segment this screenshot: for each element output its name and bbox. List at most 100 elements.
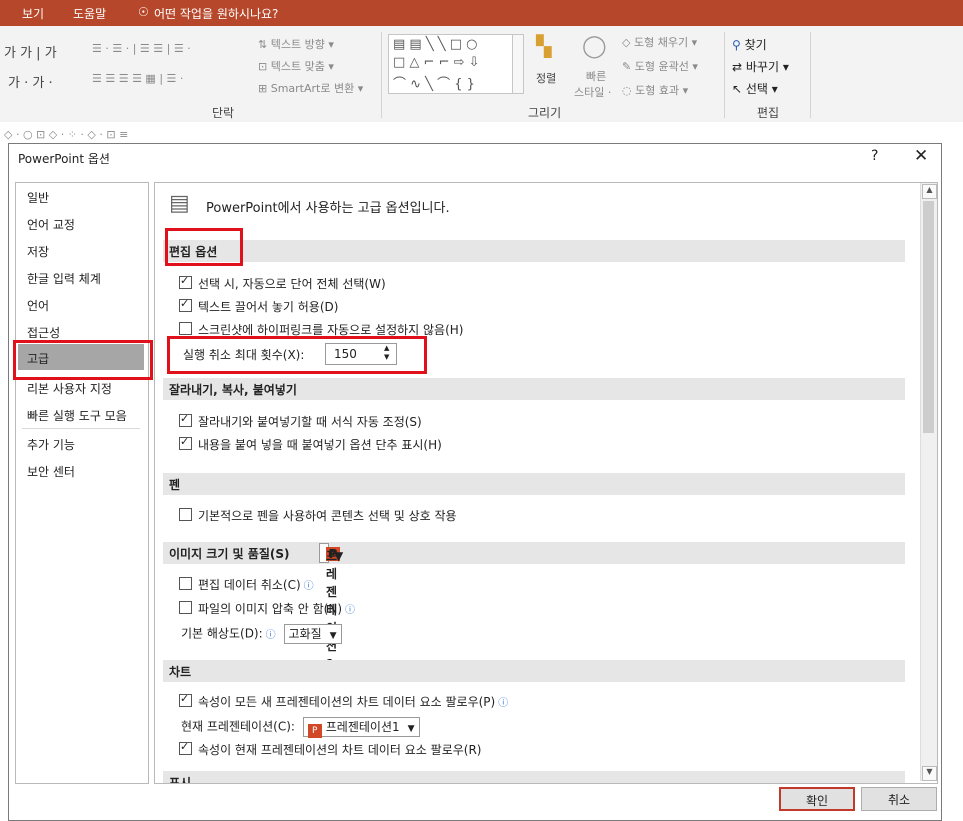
align-icons[interactable]: ☰ ☰ ☰ ☰ ▦ | ☰ · xyxy=(92,72,183,85)
arrange-button[interactable]: 정렬 xyxy=(536,70,556,86)
document-icon: ▤ xyxy=(169,191,190,216)
options-nav: 일반 언어 교정 저장 한글 입력 체계 언어 접근성 고급 리본 사용자 지정… xyxy=(15,182,149,784)
smartart-button[interactable]: ⊞ SmartArt로 변환 ▾ xyxy=(258,80,363,96)
section-image-quality: 이미지 크기 및 품질(S) P프레젠테이션1▼ xyxy=(163,542,905,671)
nav-item-save[interactable]: 저장 xyxy=(27,243,49,260)
chevron-down-icon: ▼ xyxy=(407,724,415,734)
find-button[interactable]: ⚲ 찾기 xyxy=(732,36,767,53)
chevron-down-icon: ▼ xyxy=(329,631,337,641)
info-icon: ⓘ xyxy=(498,698,509,709)
section-cut-copy: 잘라내기, 복사, 붙여넣기 xyxy=(163,378,905,400)
ribbon: 가 가 | 가 가 · 가 · ☰ · ☰ · | ☰ ☰ | ☰ · ☰ ☰ … xyxy=(0,26,963,123)
checkbox[interactable] xyxy=(179,274,192,289)
shape-fill-button[interactable]: ◇ 도형 채우기 ▾ xyxy=(622,34,697,50)
info-icon: ⓘ xyxy=(265,629,276,641)
option-smart-cut[interactable]: 잘라내기와 붙여넣기할 때 서식 자동 조정(S) xyxy=(179,412,422,430)
checkbox[interactable] xyxy=(179,577,192,590)
nav-item-general[interactable]: 일반 xyxy=(27,189,49,206)
menu-help[interactable]: 도움말 xyxy=(73,5,106,22)
bullets-icon[interactable]: ☰ · ☰ · | ☰ ☰ | ☰ · xyxy=(92,42,191,55)
replace-button[interactable]: ⇄ 바꾸기 ▾ xyxy=(732,58,789,75)
option-select-word[interactable]: 선택 시, 자동으로 단어 전체 선택(W) xyxy=(179,274,386,292)
resolution-row: 기본 해상도(D): ⓘ 고화질 ▼ xyxy=(181,624,342,644)
highlight-undo-count xyxy=(167,336,427,374)
shape-outline-button[interactable]: ✎ 도형 윤곽선 ▾ xyxy=(622,58,698,74)
font-color-icons[interactable]: 가 · 가 · xyxy=(8,72,53,91)
option-chart-all[interactable]: 속성이 모든 새 프레젠테이션의 차트 데이터 요소 팔로우(P)ⓘ xyxy=(179,692,509,710)
option-discard-edit[interactable]: 편집 데이터 취소(C) ⓘ xyxy=(179,576,314,593)
option-pen-default[interactable]: 기본적으로 펜을 사용하여 콘텐츠 선택 및 상호 작용 xyxy=(179,507,457,524)
checkbox[interactable] xyxy=(179,322,192,335)
drawing-group-label: 그리기 xyxy=(528,106,562,120)
section-chart: 차트 xyxy=(163,660,905,682)
current-pres-select[interactable]: P 프레젠테이션1 ▼ xyxy=(302,717,420,738)
quick-styles-icon: ◯ xyxy=(582,34,607,59)
ribbon-separator xyxy=(381,32,382,118)
info-icon: ⓘ xyxy=(303,581,314,592)
scroll-thumb[interactable] xyxy=(923,201,934,433)
select-button[interactable]: ↖ 선택 ▾ xyxy=(732,80,778,97)
mini-toolbar: ◇ · ○ ⊡ ◇ · ⁘ · ◇ · ⊡ ≡ xyxy=(4,128,129,141)
align-text-button[interactable]: ⊡ 텍스트 맞춤 ▾ xyxy=(258,58,334,74)
scroll-up-icon[interactable]: ▲ xyxy=(922,184,937,199)
highlight-editing-options xyxy=(165,228,243,266)
nav-item-proofing[interactable]: 언어 교정 xyxy=(27,216,75,233)
cursor-icon: ↖ xyxy=(732,82,743,96)
checkbox[interactable] xyxy=(179,297,192,312)
nav-item-addins[interactable]: 추가 기능 xyxy=(27,436,75,453)
shapes-gallery-scroll[interactable] xyxy=(512,34,524,94)
lightbulb-icon: ☉ xyxy=(138,5,149,19)
section-display: 표시 xyxy=(163,771,905,783)
option-paste-options[interactable]: 내용을 붙여 넣을 때 붙여넣기 옵션 단추 표시(H) xyxy=(179,435,442,453)
search-icon: ⚲ xyxy=(732,38,741,52)
paragraph-group-label: 단락 xyxy=(212,106,235,120)
checkbox[interactable] xyxy=(179,740,192,755)
nav-item-korean-input[interactable]: 한글 입력 체계 xyxy=(27,270,101,287)
cancel-button[interactable]: 취소 xyxy=(861,787,937,811)
arrange-icon: ▚ xyxy=(536,34,552,58)
shapes-gallery[interactable]: ▤ ▤ ╲ ╲ □ ○ □ △ ⌐ ⌐ ⇨ ⇩ ⌒ ∿ ╲ ⌒ { } xyxy=(388,34,514,94)
menu-view[interactable]: 보기 xyxy=(22,5,44,22)
options-dialog: PowerPoint 옵션 ? ✕ 일반 언어 교정 저장 한글 입력 체계 언… xyxy=(8,143,942,821)
checkbox[interactable] xyxy=(179,412,192,427)
section-pen: 펜 xyxy=(163,473,905,495)
nav-item-trust-center[interactable]: 보안 센터 xyxy=(27,463,75,480)
resolution-select[interactable]: 고화질 ▼ xyxy=(283,624,342,644)
font-size-icons[interactable]: 가 가 | 가 xyxy=(4,42,57,61)
option-drag-drop[interactable]: 텍스트 끌어서 놓기 허용(D) xyxy=(179,297,338,315)
nav-divider xyxy=(22,428,140,429)
quick-styles-button[interactable]: 스타일 · xyxy=(574,84,611,100)
menu-bar: 보기 도움말 ☉ 어떤 작업을 원하시나요? xyxy=(0,0,963,26)
nav-item-language[interactable]: 언어 xyxy=(27,297,49,314)
option-no-compress[interactable]: 파일의 이미지 압축 안 함(N) ⓘ xyxy=(179,600,355,617)
quick-styles-label-1[interactable]: 빠른 xyxy=(586,68,606,84)
current-pres-row: 현재 프레젠테이션(C): P 프레젠테이션1 ▼ xyxy=(181,717,420,738)
content-header: PowerPoint에서 사용하는 고급 옵션입니다. xyxy=(206,201,450,216)
chevron-down-icon: ▼ xyxy=(334,549,344,563)
editing-group-label: 편집 xyxy=(757,106,780,120)
replace-icon: ⇄ xyxy=(732,60,743,74)
nav-item-customize-ribbon[interactable]: 리본 사용자 지정 xyxy=(27,380,112,397)
tell-me-search[interactable]: 어떤 작업을 원하시나요? xyxy=(154,5,278,22)
highlight-advanced xyxy=(13,340,153,380)
text-direction-button[interactable]: ⇅ 텍스트 방향 ▾ xyxy=(258,36,334,52)
option-chart-current[interactable]: 속성이 현재 프레젠테이션의 차트 데이터 요소 팔로우(R) xyxy=(179,740,481,758)
ribbon-separator xyxy=(810,32,811,118)
checkbox[interactable] xyxy=(179,435,192,450)
options-content: ▤ PowerPoint에서 사용하는 고급 옵션입니다. 편집 옵션 선택 시… xyxy=(154,182,938,784)
help-button[interactable]: ? xyxy=(871,148,878,164)
checkbox[interactable] xyxy=(179,692,192,707)
dialog-title: PowerPoint 옵션 xyxy=(18,152,110,166)
checkbox[interactable] xyxy=(179,508,192,521)
checkbox[interactable] xyxy=(179,601,192,614)
image-doc-select[interactable]: P프레젠테이션1▼ xyxy=(319,543,343,671)
ok-button[interactable]: 확인 xyxy=(779,787,855,811)
powerpoint-icon: P xyxy=(307,724,322,738)
content-scrollbar[interactable]: ▲ ▼ xyxy=(920,183,937,781)
scroll-down-icon[interactable]: ▼ xyxy=(922,766,937,781)
nav-item-accessibility[interactable]: 접근성 xyxy=(27,324,60,341)
close-icon[interactable]: ✕ xyxy=(914,146,928,166)
shape-effects-button[interactable]: ◌ 도형 효과 ▾ xyxy=(622,82,688,98)
nav-item-quick-access[interactable]: 빠른 실행 도구 모음 xyxy=(27,407,127,424)
info-icon: ⓘ xyxy=(345,605,355,616)
